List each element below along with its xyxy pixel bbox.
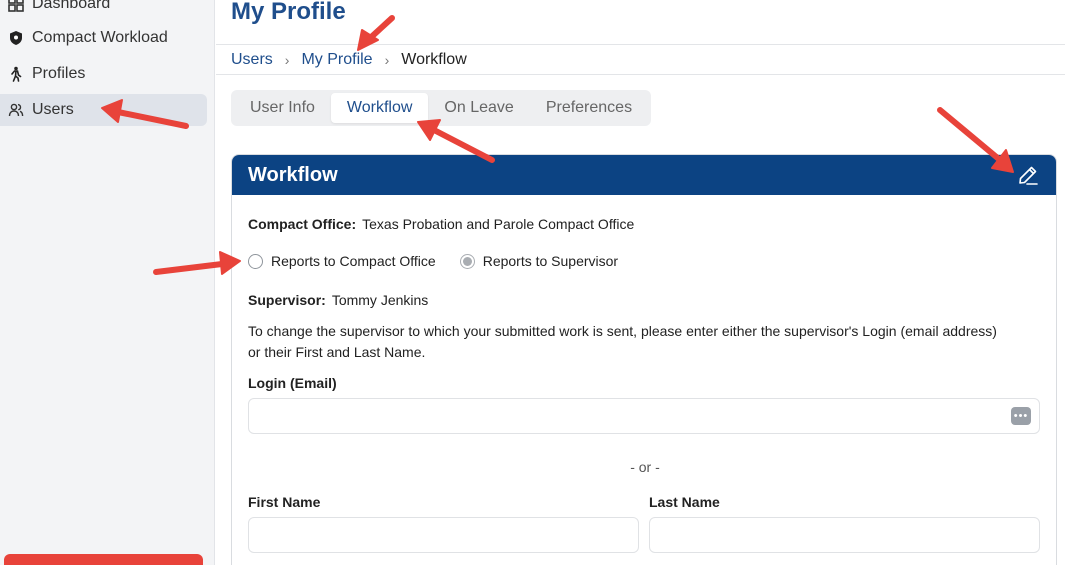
main-content: My Profile Users › My Profile › Workflow… xyxy=(216,0,1065,565)
radio-reports-to-compact-office[interactable]: Reports to Compact Office xyxy=(248,253,436,269)
sidebar-item-label: Profiles xyxy=(32,65,86,82)
tab-workflow[interactable]: Workflow xyxy=(330,93,429,123)
tab-user-info[interactable]: User Info xyxy=(234,93,331,123)
tab-bar: User Info Workflow On Leave Preferences xyxy=(231,90,652,126)
more-options-icon[interactable]: ••• xyxy=(1011,407,1031,425)
sidebar-item-users[interactable]: Users xyxy=(0,94,207,126)
person-walking-icon xyxy=(8,66,24,82)
sidebar-item-label: Compact Workload xyxy=(32,29,168,46)
login-email-input[interactable]: ••• xyxy=(248,398,1040,434)
reporting-radio-group: Reports to Compact Office Reports to Sup… xyxy=(248,253,642,269)
supervisor-row: Supervisor: Tommy Jenkins xyxy=(248,292,428,308)
or-divider-text: - or - xyxy=(630,459,660,475)
compact-office-row: Compact Office: Texas Probation and Parol… xyxy=(248,216,634,232)
last-name-input[interactable] xyxy=(649,517,1040,553)
sidebar-action-button[interactable] xyxy=(4,554,203,565)
tab-preferences[interactable]: Preferences xyxy=(530,93,648,123)
radio-label: Reports to Supervisor xyxy=(482,253,619,269)
sidebar: Dashboard Compact Workload Profiles User… xyxy=(0,0,215,565)
sidebar-item-profiles[interactable]: Profiles xyxy=(0,58,207,90)
dashboard-icon xyxy=(8,0,24,12)
supervisor-value: Tommy Jenkins xyxy=(331,292,429,308)
card-header: Workflow xyxy=(232,155,1056,195)
divider xyxy=(216,74,1065,75)
breadcrumb: Users › My Profile › Workflow xyxy=(231,50,467,70)
sidebar-item-label: Dashboard xyxy=(32,0,111,12)
radio-button[interactable] xyxy=(248,253,263,269)
shield-icon xyxy=(8,30,24,46)
first-name-input[interactable] xyxy=(248,517,639,553)
divider xyxy=(216,44,1065,45)
edit-button[interactable] xyxy=(1016,163,1040,187)
login-label: Login (Email) xyxy=(248,375,337,391)
chevron-right-icon: › xyxy=(384,52,390,68)
pencil-icon xyxy=(1019,166,1038,185)
sidebar-item-compact-workload[interactable]: Compact Workload xyxy=(0,22,207,54)
breadcrumb-link-my-profile[interactable]: My Profile xyxy=(301,51,372,69)
sidebar-item-dashboard[interactable]: Dashboard xyxy=(0,0,207,20)
breadcrumb-link-users[interactable]: Users xyxy=(231,51,273,69)
help-text: To change the supervisor to which your s… xyxy=(248,323,997,360)
last-name-label: Last Name xyxy=(649,494,720,510)
radio-label: Reports to Compact Office xyxy=(271,253,436,269)
card-title: Workflow xyxy=(248,163,338,186)
compact-office-label: Compact Office: xyxy=(248,216,357,232)
workflow-card: Workflow Compact Office: Texas Probation … xyxy=(231,154,1057,565)
sidebar-item-label: Users xyxy=(32,101,74,118)
supervisor-label: Supervisor: xyxy=(248,292,326,308)
users-icon xyxy=(8,102,24,118)
compact-office-value: Texas Probation and Parole Compact Offic… xyxy=(362,216,635,232)
first-name-label: First Name xyxy=(248,494,321,510)
radio-reports-to-supervisor[interactable]: Reports to Supervisor xyxy=(459,253,619,269)
chevron-right-icon: › xyxy=(284,52,290,68)
radio-button[interactable] xyxy=(459,253,475,269)
tab-on-leave[interactable]: On Leave xyxy=(428,93,529,123)
page-title: My Profile xyxy=(231,0,346,25)
breadcrumb-current: Workflow xyxy=(401,51,467,68)
